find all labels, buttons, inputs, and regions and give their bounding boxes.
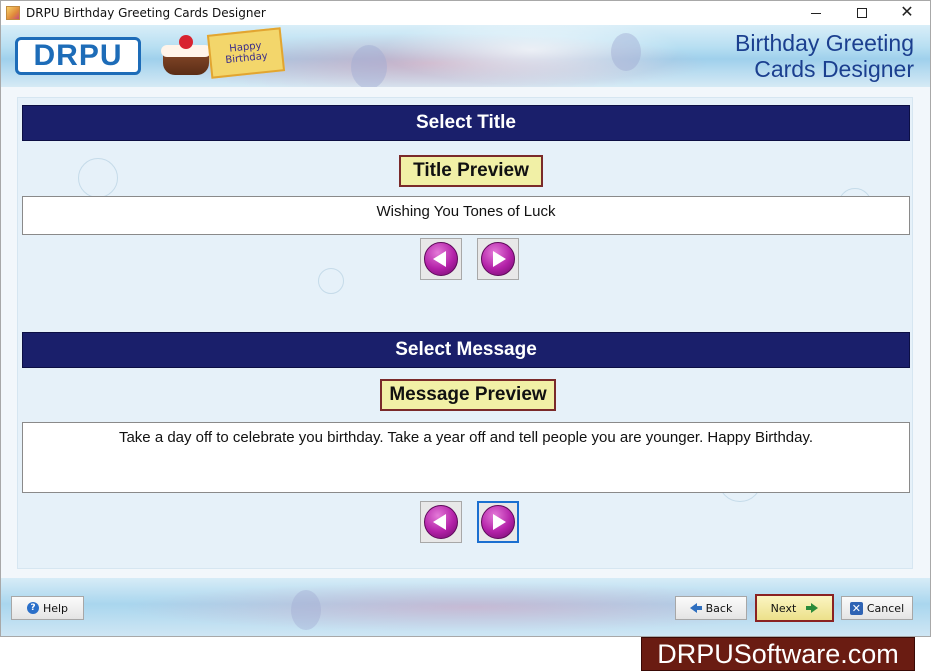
select-title-heading: Select Title bbox=[22, 105, 910, 141]
balloon-decoration bbox=[611, 33, 641, 71]
next-button[interactable]: Next bbox=[755, 594, 834, 622]
message-preview-label: Message Preview bbox=[380, 379, 556, 411]
help-button-label: Help bbox=[42, 601, 69, 615]
previous-arrow-icon bbox=[424, 242, 458, 276]
cake-image bbox=[161, 33, 213, 79]
drpu-software-watermark: DRPUSoftware.com bbox=[641, 637, 915, 671]
message-previous-button[interactable] bbox=[420, 501, 462, 543]
title-preview-label: Title Preview bbox=[399, 155, 543, 187]
birthday-card-image: Happy Birthday bbox=[206, 27, 286, 79]
message-preview-box: Take a day off to celebrate you birthday… bbox=[22, 422, 910, 493]
title-previous-button[interactable] bbox=[420, 238, 462, 280]
app-window: DRPU Birthday Greeting Cards Designer ✕ … bbox=[0, 0, 931, 637]
maximize-icon bbox=[857, 8, 867, 18]
app-icon bbox=[6, 6, 20, 20]
minimize-icon bbox=[811, 12, 821, 14]
forward-arrow-icon bbox=[481, 242, 515, 276]
product-title-line1: Birthday Greeting bbox=[735, 30, 914, 56]
product-title: Birthday Greeting Cards Designer bbox=[735, 30, 914, 82]
title-bar: DRPU Birthday Greeting Cards Designer ✕ bbox=[1, 1, 930, 25]
help-icon: ? bbox=[26, 602, 39, 614]
close-button[interactable]: ✕ bbox=[884, 1, 930, 25]
balloon-decoration bbox=[291, 590, 321, 630]
message-next-button[interactable] bbox=[477, 501, 519, 543]
cancel-button[interactable]: ✕ Cancel bbox=[841, 596, 913, 620]
footer-bar: ? Help Back Next ✕ Cancel bbox=[1, 578, 930, 636]
header-banner: DRPU Happy Birthday Birthday Greeting Ca… bbox=[1, 25, 930, 87]
cancel-x-icon: ✕ bbox=[849, 601, 863, 615]
forward-arrow-icon bbox=[481, 505, 515, 539]
next-arrow-icon bbox=[806, 603, 819, 613]
help-button[interactable]: ? Help bbox=[11, 596, 84, 620]
back-button[interactable]: Back bbox=[675, 596, 747, 620]
title-preview-box: Wishing You Tones of Luck bbox=[22, 196, 910, 235]
previous-arrow-icon bbox=[424, 505, 458, 539]
product-title-line2: Cards Designer bbox=[754, 56, 914, 82]
window-title: DRPU Birthday Greeting Cards Designer bbox=[26, 6, 266, 20]
maximize-button[interactable] bbox=[839, 1, 885, 25]
cancel-button-label: Cancel bbox=[866, 601, 905, 615]
balloon-decoration bbox=[351, 45, 387, 87]
minimize-button[interactable] bbox=[793, 1, 839, 25]
back-button-label: Back bbox=[705, 601, 733, 615]
drpu-logo: DRPU bbox=[15, 37, 141, 75]
close-icon: ✕ bbox=[900, 4, 914, 21]
back-arrow-icon bbox=[689, 603, 702, 613]
next-button-label: Next bbox=[770, 601, 797, 615]
select-message-heading: Select Message bbox=[22, 332, 910, 368]
title-next-button[interactable] bbox=[477, 238, 519, 280]
